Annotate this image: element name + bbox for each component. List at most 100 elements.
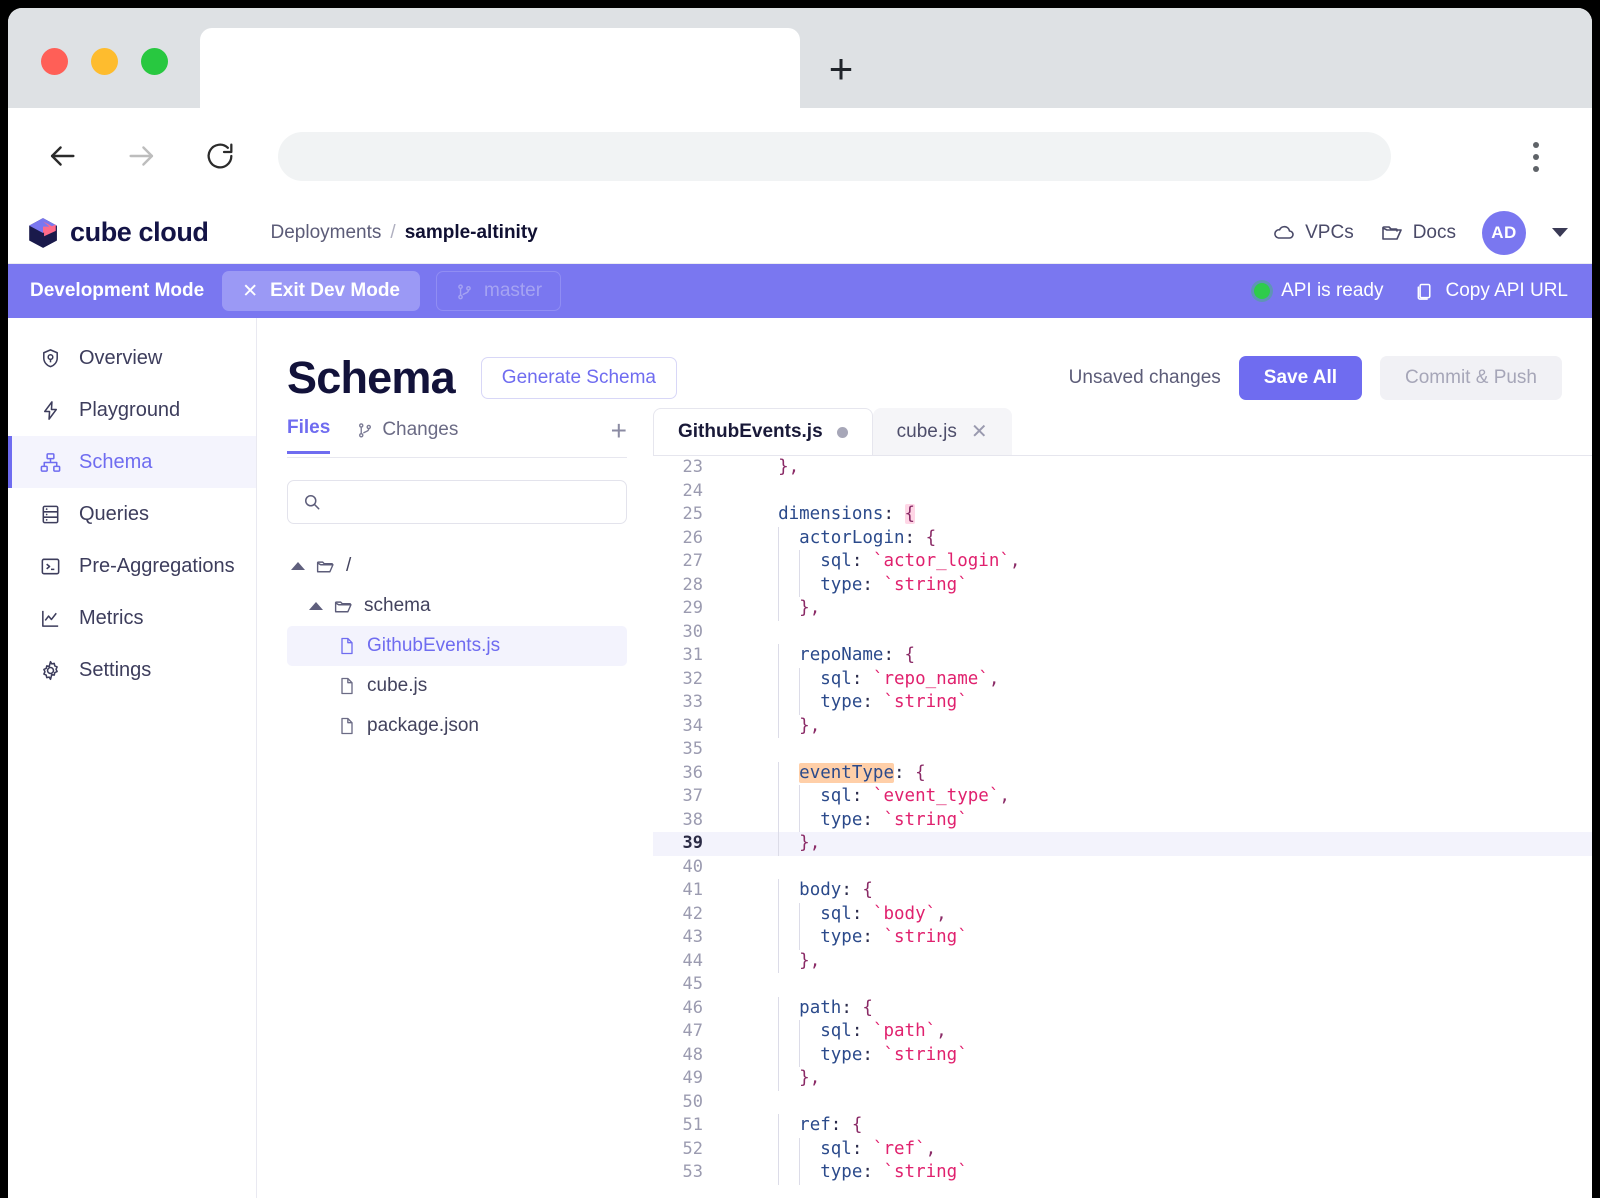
line-number: 30	[653, 621, 715, 645]
bracket-match: {	[905, 504, 916, 524]
breadcrumb: Deployments / sample-altinity	[271, 222, 538, 244]
line-number: 38	[653, 809, 715, 833]
code-line[interactable]: },	[757, 456, 1592, 480]
caret-expanded-icon[interactable]	[291, 562, 305, 570]
code-line[interactable]: sql: `event_type`,	[757, 785, 1592, 809]
chevron-down-icon[interactable]	[1552, 228, 1568, 237]
code-line[interactable]	[757, 738, 1592, 762]
tree-row-githubevents[interactable]: GithubEvents.js	[287, 626, 627, 666]
code-line[interactable]: },	[757, 1067, 1592, 1091]
indent-guide	[799, 903, 800, 927]
vpcs-link[interactable]: VPCs	[1272, 221, 1354, 245]
copy-api-url-button[interactable]: Copy API URL	[1414, 280, 1569, 302]
branch-selector[interactable]: master	[436, 271, 561, 311]
add-file-button[interactable]: +	[611, 415, 627, 457]
browser-tab[interactable]	[200, 28, 800, 110]
indent-guide	[778, 597, 779, 621]
file-search[interactable]	[287, 480, 627, 524]
unsaved-dot-icon	[837, 427, 848, 438]
line-number: 48	[653, 1044, 715, 1068]
header-actions: VPCs Docs AD	[1272, 211, 1568, 255]
code-line[interactable]	[757, 973, 1592, 997]
close-icon[interactable]: ✕	[971, 422, 988, 442]
generate-schema-button[interactable]: Generate Schema	[481, 357, 677, 399]
code-line[interactable]: sql: `ref`,	[757, 1138, 1592, 1162]
code-line[interactable]: type: `string`	[757, 574, 1592, 598]
tab-changes[interactable]: Changes	[356, 419, 458, 453]
tree-row-root[interactable]: /	[287, 546, 627, 586]
sidebar-item-playground[interactable]: Playground	[8, 384, 256, 436]
schema-tree-icon	[38, 450, 62, 474]
code-line[interactable]	[757, 856, 1592, 880]
code-line[interactable]: sql: `repo_name`,	[757, 668, 1592, 692]
tree-row-cubejs[interactable]: cube.js	[287, 666, 627, 706]
code-line[interactable]: dimensions: {	[757, 503, 1592, 527]
docs-label: Docs	[1413, 222, 1456, 244]
close-icon: ✕	[242, 280, 258, 303]
code-line[interactable]: },	[757, 832, 1592, 856]
indent-guide	[778, 527, 779, 551]
sidebar-item-label: Playground	[79, 399, 180, 422]
avatar[interactable]: AD	[1482, 211, 1526, 255]
minimize-window-button[interactable]	[91, 48, 118, 75]
code-line[interactable]: path: {	[757, 997, 1592, 1021]
sidebar-item-schema[interactable]: Schema	[8, 436, 256, 488]
code-line[interactable]: ref: {	[757, 1114, 1592, 1138]
sidebar-item-pre-aggregations[interactable]: Pre-Aggregations	[8, 540, 256, 592]
code-line[interactable]: body: {	[757, 879, 1592, 903]
indent-guide	[778, 1138, 779, 1162]
tree-label: package.json	[367, 715, 479, 737]
sidebar-item-queries[interactable]: Queries	[8, 488, 256, 540]
code-line[interactable]: type: `string`	[757, 809, 1592, 833]
indent-guide	[778, 950, 779, 974]
code-content[interactable]: }, dimensions: { actorLogin: { sql: `act…	[741, 456, 1592, 1198]
code-line[interactable]: eventType: {	[757, 762, 1592, 786]
code-viewport[interactable]: 2324252627282930313233343536373839404142…	[653, 455, 1592, 1198]
code-line[interactable]: sql: `body`,	[757, 903, 1592, 927]
code-line[interactable]: type: `string`	[757, 926, 1592, 950]
breadcrumb-deployments[interactable]: Deployments	[271, 222, 382, 244]
code-line[interactable]: type: `string`	[757, 1044, 1592, 1068]
editor-tab-cubejs[interactable]: cube.js ✕	[873, 408, 1012, 455]
line-number: 25	[653, 503, 715, 527]
sidebar-item-settings[interactable]: Settings	[8, 644, 256, 696]
tab-files[interactable]: Files	[287, 417, 330, 454]
code-line[interactable]: sql: `actor_login`,	[757, 550, 1592, 574]
code-line[interactable]	[757, 1091, 1592, 1115]
browser-menu-icon[interactable]	[1532, 142, 1540, 172]
code-line[interactable]	[757, 621, 1592, 645]
tree-row-schema[interactable]: schema	[287, 586, 627, 626]
tree-row-packagejson[interactable]: package.json	[287, 706, 627, 746]
back-icon[interactable]	[40, 134, 84, 178]
sidebar-item-overview[interactable]: Overview	[8, 332, 256, 384]
editor-tab-githubevents[interactable]: GithubEvents.js	[653, 408, 873, 455]
code-line[interactable]: type: `string`	[757, 1161, 1592, 1185]
explorer-tabs: Files Changes +	[287, 414, 627, 458]
forward-icon[interactable]	[120, 134, 164, 178]
caret-expanded-icon[interactable]	[309, 602, 323, 610]
code-line[interactable]: repoName: {	[757, 644, 1592, 668]
search-input[interactable]	[332, 492, 612, 512]
code-line[interactable]: },	[757, 950, 1592, 974]
main-content: Schema Generate Schema Unsaved changes S…	[257, 318, 1592, 1198]
code-line[interactable]: sql: `path`,	[757, 1020, 1592, 1044]
maximize-window-button[interactable]	[141, 48, 168, 75]
address-bar[interactable]	[278, 132, 1391, 181]
sidebar-item-metrics[interactable]: Metrics	[8, 592, 256, 644]
commit-and-push-button[interactable]: Commit & Push	[1380, 356, 1562, 400]
reload-icon[interactable]	[198, 134, 242, 178]
code-line[interactable]: },	[757, 597, 1592, 621]
sidebar-item-label: Pre-Aggregations	[79, 555, 235, 578]
save-all-button[interactable]: Save All	[1239, 356, 1362, 400]
cube-cloud-logo[interactable]: cube cloud	[26, 216, 209, 250]
new-tab-button[interactable]: +	[820, 50, 862, 92]
code-line[interactable]	[757, 480, 1592, 504]
code-line[interactable]: type: `string`	[757, 691, 1592, 715]
code-line[interactable]: },	[757, 715, 1592, 739]
indent-guide	[799, 809, 800, 833]
exit-dev-mode-button[interactable]: ✕ Exit Dev Mode	[222, 271, 420, 311]
docs-link[interactable]: Docs	[1380, 221, 1456, 245]
indent-guide	[778, 668, 779, 692]
close-window-button[interactable]	[41, 48, 68, 75]
code-line[interactable]: actorLogin: {	[757, 527, 1592, 551]
